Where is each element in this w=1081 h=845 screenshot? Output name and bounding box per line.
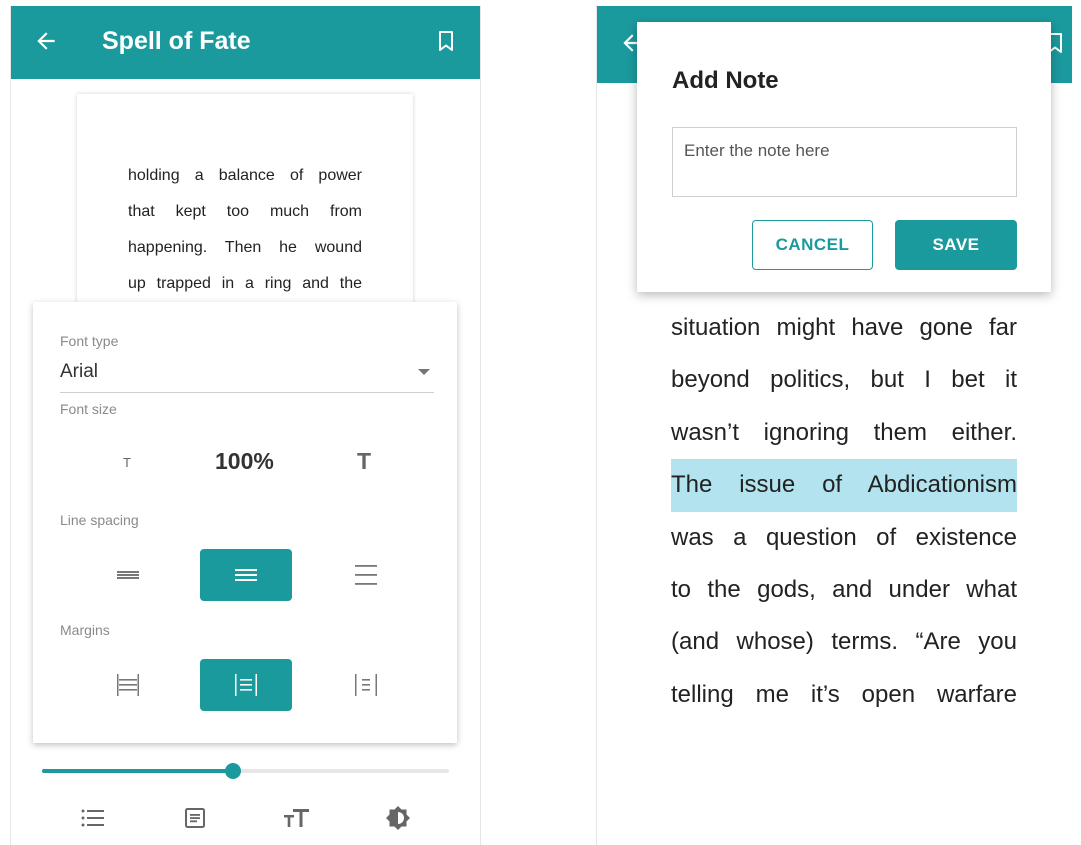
wide-spacing-icon (355, 565, 377, 585)
text-line: wasn’t ignoring them either. (671, 418, 1017, 446)
progress-fill (42, 769, 234, 773)
reading-settings-panel: Font type Arial Font size T 100% T Line … (33, 302, 457, 743)
book-title: Spell of Fate (102, 27, 251, 55)
font-size-label: Font size (60, 401, 117, 417)
font-type-value: Arial (60, 361, 99, 382)
text-line: to the gods, and under what (671, 575, 1017, 603)
margins-large-button[interactable] (320, 659, 412, 711)
margins-medium-button[interactable] (200, 659, 292, 711)
text-size-icon (284, 809, 309, 827)
cancel-button[interactable]: CANCEL (752, 220, 873, 270)
text-line: (and whose) terms. “Are you (671, 628, 1017, 656)
text-line: was a question of existence (671, 523, 1017, 551)
decrease-font-button[interactable]: T (123, 455, 131, 470)
margin-medium-icon (235, 674, 257, 696)
reader-note-screen: situation might have gone far beyond pol… (596, 6, 1072, 845)
text-settings-button[interactable] (282, 803, 312, 833)
brightness-icon (386, 806, 410, 830)
save-button[interactable]: SAVE (895, 220, 1017, 270)
slider-thumb[interactable] (225, 763, 242, 779)
margin-small-icon (117, 674, 139, 696)
font-type-select[interactable]: Arial (60, 357, 434, 393)
line-spacing-label: Line spacing (60, 512, 139, 528)
text-line: up trapped in a ring and the (128, 275, 362, 292)
arrow-left-icon[interactable] (33, 28, 59, 54)
margin-large-icon (355, 674, 377, 696)
text-line: situation might have gone far (671, 314, 1017, 341)
font-type-label: Font type (60, 333, 119, 349)
note-input[interactable] (672, 127, 1017, 197)
article-icon (185, 808, 205, 828)
highlighted-text-line[interactable]: The issue of Abdicationism (671, 459, 1017, 512)
increase-font-button[interactable]: T (357, 448, 371, 475)
text-line: happening. Then he wound (128, 239, 362, 256)
reading-progress-slider[interactable] (42, 763, 449, 779)
bookmark-icon[interactable] (434, 28, 458, 54)
dialog-title: Add Note (672, 67, 779, 94)
margins-small-button[interactable] (82, 659, 174, 711)
reader-text: situation might have gone far beyond pol… (671, 302, 1017, 721)
book-page: holding a balance of power that kept too… (77, 94, 413, 334)
list-icon (81, 809, 104, 827)
page-text: holding a balance of power that kept too… (128, 158, 362, 302)
add-note-dialog: Add Note CANCEL SAVE (637, 22, 1051, 292)
text-line: beyond politics, but I bet it (671, 366, 1017, 394)
line-spacing-compact-button[interactable] (82, 549, 174, 601)
font-size-value: 100% (215, 448, 274, 474)
toc-button[interactable] (78, 803, 108, 833)
text-line: telling me it’s open warfare (671, 680, 1017, 708)
app-bar: Spell of Fate (11, 6, 480, 79)
text-line: holding a balance of power (128, 167, 362, 184)
normal-spacing-icon (235, 569, 257, 581)
margins-label: Margins (60, 622, 110, 638)
compact-spacing-icon (117, 571, 139, 579)
line-spacing-normal-button[interactable] (200, 549, 292, 601)
reader-settings-screen: Spell of Fate holding a balance of power… (10, 6, 481, 845)
line-spacing-wide-button[interactable] (320, 549, 412, 601)
text-line: that kept too much from (128, 203, 362, 220)
brightness-button[interactable] (383, 803, 413, 833)
notes-button[interactable] (180, 803, 210, 833)
dropdown-arrow-icon (418, 369, 430, 375)
